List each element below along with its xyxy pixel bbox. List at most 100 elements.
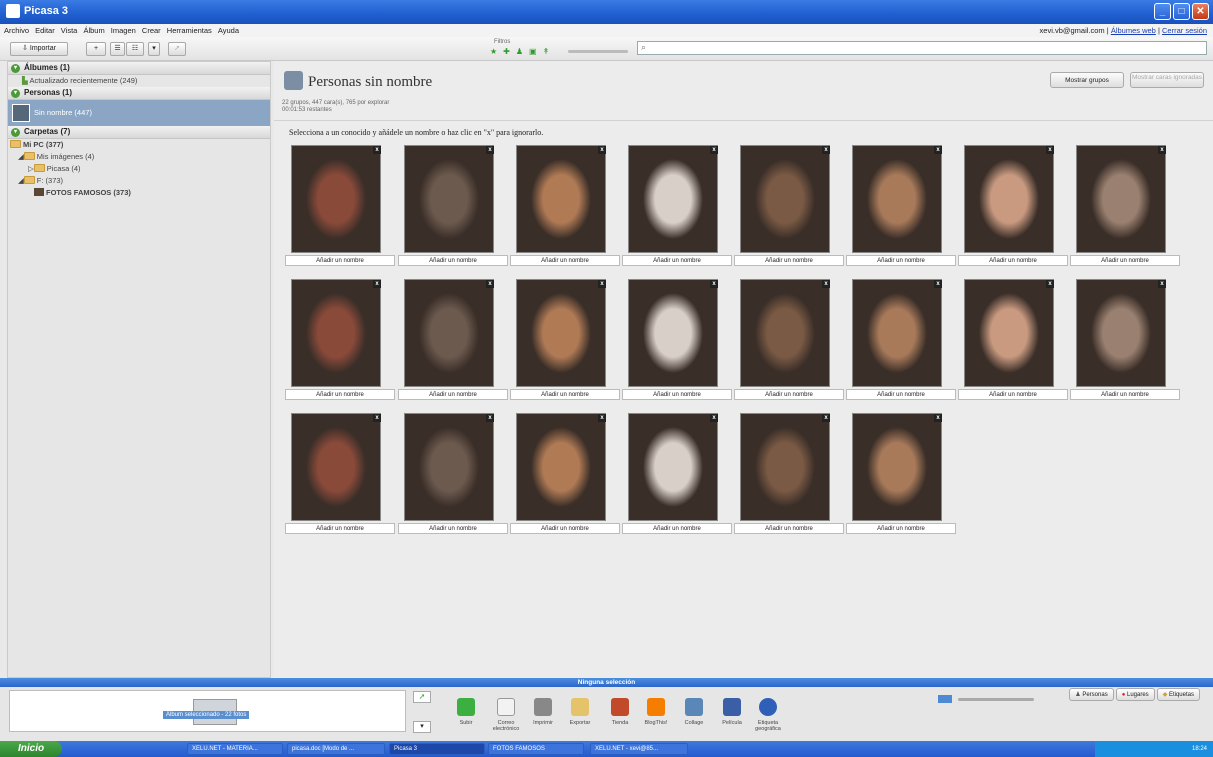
face-thumbnail[interactable] — [628, 413, 718, 521]
ignore-face-icon[interactable]: x — [598, 414, 606, 422]
show-ignored-button[interactable]: Mostrar caras ignoradas — [1130, 72, 1204, 88]
places-view-button[interactable]: ● Lugares — [1115, 688, 1155, 701]
ignore-face-icon[interactable]: x — [1158, 146, 1166, 154]
ignore-face-icon[interactable]: x — [1046, 146, 1054, 154]
sign-out-link[interactable]: Cerrar sesión — [1162, 26, 1207, 35]
face-card[interactable]: x Añadir un nombre — [1070, 279, 1180, 404]
add-name-field[interactable]: Añadir un nombre — [285, 389, 395, 400]
add-name-field[interactable]: Añadir un nombre — [1070, 389, 1180, 400]
face-card[interactable]: x Añadir un nombre — [285, 413, 395, 538]
add-name-field[interactable]: Añadir un nombre — [285, 523, 395, 534]
add-name-field[interactable]: Añadir un nombre — [734, 255, 844, 266]
geotag-button[interactable]: Etiqueta geográfica — [750, 692, 786, 732]
shop-button[interactable]: Tienda — [602, 692, 638, 726]
upload-button[interactable]: Subir — [448, 692, 484, 726]
face-thumbnail[interactable] — [291, 413, 381, 521]
close-icon[interactable]: ✕ — [1192, 3, 1209, 20]
face-card[interactable]: x Añadir un nombre — [510, 413, 620, 538]
face-thumbnail[interactable] — [628, 145, 718, 253]
ignore-face-icon[interactable]: x — [710, 146, 718, 154]
add-name-field[interactable]: Añadir un nombre — [846, 389, 956, 400]
add-name-field[interactable]: Añadir un nombre — [510, 255, 620, 266]
face-thumbnail[interactable] — [964, 279, 1054, 387]
face-thumbnail[interactable] — [404, 279, 494, 387]
folder-item-mis-imagenes[interactable]: ◢ Mis imágenes (4) — [8, 151, 270, 163]
expand-icon[interactable]: ◢ — [18, 176, 24, 185]
add-name-field[interactable]: Añadir un nombre — [734, 523, 844, 534]
tags-view-button[interactable]: ◆ Etiquetas — [1156, 688, 1200, 701]
face-thumbnail[interactable] — [628, 279, 718, 387]
list-view-icon[interactable]: ☰ — [110, 42, 125, 56]
clock[interactable]: 18:24 — [1192, 746, 1207, 752]
export-button[interactable]: Exportar — [562, 692, 598, 726]
collapse-icon[interactable]: ▾ — [11, 89, 20, 98]
ignore-face-icon[interactable]: x — [1046, 280, 1054, 288]
add-name-field[interactable]: Añadir un nombre — [958, 389, 1068, 400]
ignore-face-icon[interactable]: x — [710, 414, 718, 422]
add-name-field[interactable]: Añadir un nombre — [510, 389, 620, 400]
ignore-face-icon[interactable]: x — [822, 280, 830, 288]
ignore-face-icon[interactable]: x — [373, 414, 381, 422]
ignore-face-icon[interactable]: x — [822, 414, 830, 422]
face-card[interactable]: x Añadir un nombre — [846, 413, 956, 538]
print-button[interactable]: Imprimir — [525, 692, 561, 726]
add-name-field[interactable]: Añadir un nombre — [846, 523, 956, 534]
face-thumbnail[interactable] — [404, 145, 494, 253]
blogthis-button[interactable]: BlogThis! — [638, 692, 674, 726]
ignore-face-icon[interactable]: x — [934, 414, 942, 422]
add-name-field[interactable]: Añadir un nombre — [285, 255, 395, 266]
menu-ayuda[interactable]: Ayuda — [218, 24, 239, 37]
ignore-face-icon[interactable]: x — [1158, 280, 1166, 288]
ignore-face-icon[interactable]: x — [486, 414, 494, 422]
face-thumbnail[interactable] — [516, 279, 606, 387]
menu-album[interactable]: Álbum — [83, 24, 104, 37]
movie-button[interactable]: Película — [714, 692, 750, 726]
search-input[interactable]: ⌕ — [637, 41, 1207, 55]
face-card[interactable]: x Añadir un nombre — [958, 279, 1068, 404]
folder-item-picasa[interactable]: ▷ Picasa (4) — [8, 163, 270, 175]
face-thumbnail[interactable] — [964, 145, 1054, 253]
web-albums-link[interactable]: Álbumes web — [1111, 26, 1156, 35]
people-section-header[interactable]: ▾ Personas (1) — [8, 87, 270, 100]
ignore-face-icon[interactable]: x — [486, 280, 494, 288]
add-name-field[interactable]: Añadir un nombre — [510, 523, 620, 534]
face-thumbnail[interactable] — [516, 145, 606, 253]
ignore-face-icon[interactable]: x — [373, 280, 381, 288]
sidebar-item-unnamed-people[interactable]: Sin nombre (447) — [8, 100, 270, 126]
face-card[interactable]: x Añadir un nombre — [398, 279, 508, 404]
import-button[interactable]: ⇩ Importar — [10, 42, 68, 56]
task-xelu-materia[interactable]: XELU.NET - MATERIA... — [187, 743, 283, 755]
ignore-face-icon[interactable]: x — [710, 280, 718, 288]
menu-editar[interactable]: Editar — [35, 24, 55, 37]
albums-section-header[interactable]: ▾ Álbumes (1) — [8, 62, 270, 75]
tray-menu-icon[interactable]: ▾ — [413, 721, 431, 733]
people-view-button[interactable]: ♟ Personas — [1069, 688, 1114, 701]
folder-item-mi-pc[interactable]: Mi PC (377) — [8, 139, 270, 151]
start-button[interactable]: Inicio — [0, 741, 62, 757]
add-name-field[interactable]: Añadir un nombre — [622, 389, 732, 400]
ignore-face-icon[interactable]: x — [598, 146, 606, 154]
email-button[interactable]: Correo electrónico — [488, 692, 524, 732]
menu-archivo[interactable]: Archivo — [4, 24, 29, 37]
face-thumbnail[interactable] — [740, 145, 830, 253]
face-card[interactable]: x Añadir un nombre — [1070, 145, 1180, 270]
filter-icons[interactable]: ★✚♟▣↟ — [490, 47, 555, 56]
ignore-face-icon[interactable]: x — [373, 146, 381, 154]
face-card[interactable]: x Añadir un nombre — [622, 145, 732, 270]
add-name-field[interactable]: Añadir un nombre — [846, 255, 956, 266]
maximize-icon[interactable]: □ — [1173, 3, 1190, 20]
sidebar-item-recent-album[interactable]: ▙ Actualizado recientemente (249) — [8, 75, 270, 87]
ignore-face-icon[interactable]: x — [934, 280, 942, 288]
face-card[interactable]: x Añadir un nombre — [734, 145, 844, 270]
ignore-face-icon[interactable]: x — [486, 146, 494, 154]
add-name-field[interactable]: Añadir un nombre — [622, 255, 732, 266]
face-thumbnail[interactable] — [852, 279, 942, 387]
face-thumbnail[interactable] — [852, 413, 942, 521]
face-card[interactable]: x Añadir un nombre — [285, 279, 395, 404]
ignore-face-icon[interactable]: x — [598, 280, 606, 288]
add-name-field[interactable]: Añadir un nombre — [1070, 255, 1180, 266]
share-icon[interactable]: ➚ — [168, 42, 186, 56]
face-thumbnail[interactable] — [852, 145, 942, 253]
add-name-field[interactable]: Añadir un nombre — [958, 255, 1068, 266]
collage-button[interactable]: Collage — [676, 692, 712, 726]
